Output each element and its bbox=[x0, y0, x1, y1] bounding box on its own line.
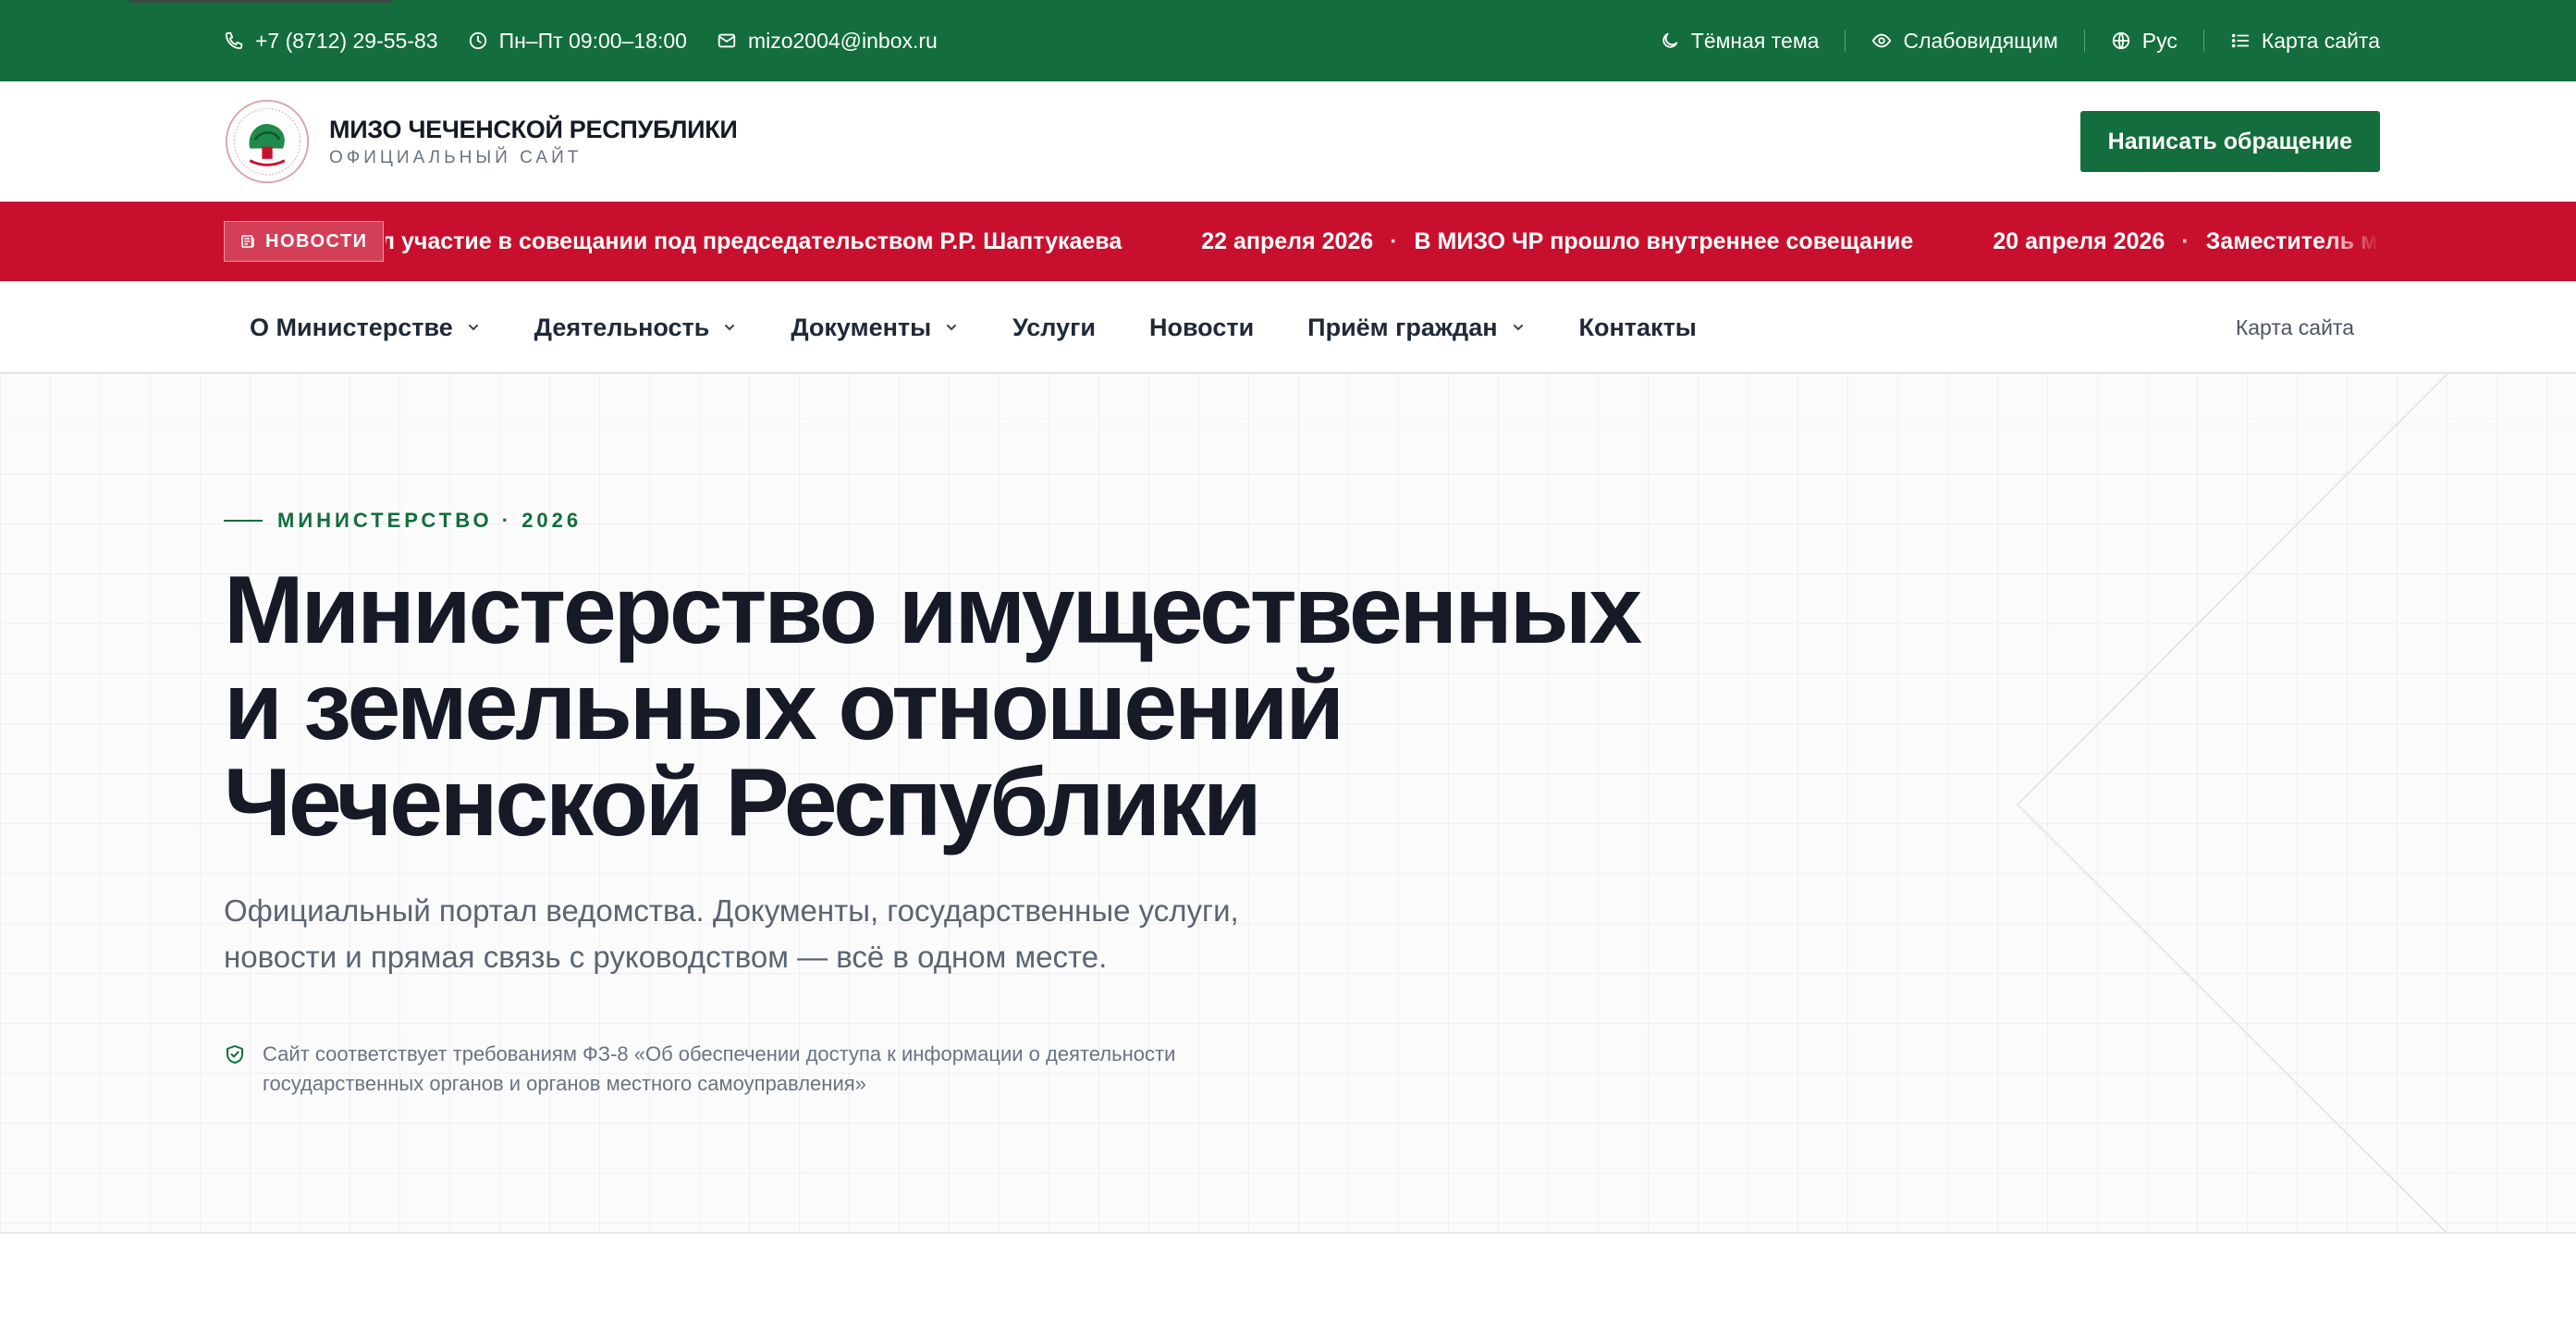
nav-item-news[interactable]: Новости bbox=[1149, 314, 1254, 342]
eye-icon bbox=[1872, 33, 1892, 48]
hero-eyebrow: МИНИСТЕРСТВО · 2026 bbox=[224, 509, 582, 533]
chevron-down-icon bbox=[468, 325, 478, 331]
list-icon bbox=[2231, 33, 2250, 48]
hours-text: Пн–Пт 09:00–18:00 bbox=[498, 28, 687, 53]
ticker-item[interactable]: 22 апреля 2026 · В МИЗО ЧР прошло внутре… bbox=[1201, 228, 1913, 255]
top-bar: +7 (8712) 29-55-83 Пн–Пт 09:00–18:00 miz… bbox=[0, 0, 2576, 81]
sitemap-link-top[interactable]: Карта сайта bbox=[2230, 29, 2380, 54]
hero-subtitle: Официальный портал ведомства. Документы,… bbox=[224, 888, 1370, 980]
clock-icon bbox=[469, 31, 486, 50]
nav-sitemap-link[interactable]: Карта сайта bbox=[2236, 315, 2354, 340]
chevron-down-icon bbox=[1513, 325, 1523, 331]
utility-group: Тёмная тема Слабовидящим Рус Карта сайта bbox=[1660, 29, 2380, 54]
brand-logo-link[interactable]: МИЗО ЧЕЧЕНСКОЙ РЕСПУБЛИКИ ОФИЦИАЛЬНЫЙ СА… bbox=[224, 98, 738, 185]
news-ticker: НОВОСТИ ял участие в совещании под предс… bbox=[0, 202, 2576, 281]
moon-icon bbox=[1662, 32, 1678, 48]
divider bbox=[2083, 30, 2085, 52]
working-hours: Пн–Пт 09:00–18:00 bbox=[468, 29, 687, 54]
compliance-text: Сайт соответствует требованиям ФЗ-8 «Об … bbox=[263, 1040, 1175, 1099]
nav-item-about[interactable]: О Министерстве bbox=[250, 314, 481, 342]
eyebrow-text: МИНИСТЕРСТВО · 2026 bbox=[277, 509, 583, 532]
globe-icon bbox=[2112, 31, 2129, 50]
nav-item-activity[interactable]: Деятельность bbox=[534, 314, 738, 342]
ticker-item-date: 20 апреля 2026 bbox=[1993, 228, 2165, 254]
divider bbox=[1845, 30, 1846, 52]
ticker-item[interactable]: 20 апреля 2026 · Заместитель министра bbox=[1993, 228, 2380, 255]
phone-text: +7 (8712) 29-55-83 bbox=[255, 28, 438, 53]
nav-item-contacts[interactable]: Контакты bbox=[1579, 314, 1697, 342]
brand-text: МИЗО ЧЕЧЕНСКОЙ РЕСПУБЛИКИ ОФИЦИАЛЬНЫЙ СА… bbox=[329, 116, 738, 168]
compliance-line: Сайт соответствует требованиям ФЗ-8 «Об … bbox=[263, 1042, 1176, 1065]
dark-theme-toggle[interactable]: Тёмная тема bbox=[1660, 28, 1820, 54]
sitemap-label-top: Карта сайта bbox=[2261, 28, 2380, 53]
nav-item-reception[interactable]: Приём граждан bbox=[1307, 314, 1525, 342]
brand-title: МИЗО ЧЕЧЕНСКОЙ РЕСПУБЛИКИ bbox=[329, 115, 738, 143]
phone-link[interactable]: +7 (8712) 29-55-83 bbox=[224, 29, 438, 54]
subtitle-line: Официальный портал ведомства. Документы,… bbox=[224, 893, 1239, 928]
mail-icon bbox=[718, 33, 736, 48]
eyebrow-line bbox=[224, 520, 263, 522]
nav-item-label: Приём граждан bbox=[1307, 313, 1498, 341]
nav-item-label: Документы bbox=[791, 313, 932, 341]
subtitle-line: новости и прямая связь с руководством — … bbox=[224, 940, 1108, 974]
nav-menu: О Министерстве Деятельность Документы Ус… bbox=[250, 314, 1750, 342]
divider bbox=[2202, 30, 2204, 52]
page-title: Министерство имущественных и земельных о… bbox=[224, 562, 1796, 851]
phone-icon bbox=[225, 31, 243, 50]
ticker-separator: · bbox=[1390, 228, 1398, 254]
nav-item-services[interactable]: Услуги bbox=[1012, 314, 1096, 342]
chevron-down-icon bbox=[725, 325, 735, 331]
main-nav: О Министерстве Деятельность Документы Ус… bbox=[0, 281, 2576, 374]
ticker-track: ял участие в совещании под председательс… bbox=[386, 202, 2380, 281]
low-vision-toggle[interactable]: Слабовидящим bbox=[1871, 28, 2058, 54]
ticker-item-date: 22 апреля 2026 bbox=[1201, 228, 1374, 254]
contact-group: +7 (8712) 29-55-83 Пн–Пт 09:00–18:00 miz… bbox=[224, 29, 967, 54]
email-link[interactable]: mizo2004@inbox.ru bbox=[717, 29, 938, 54]
language-switch[interactable]: Рус bbox=[2111, 29, 2177, 54]
shield-check-icon bbox=[227, 1045, 243, 1064]
ticker-fade bbox=[2325, 202, 2380, 281]
site-header: МИЗО ЧЕЧЕНСКОЙ РЕСПУБЛИКИ ОФИЦИАЛЬНЫЙ СА… bbox=[0, 81, 2576, 202]
dark-theme-label: Тёмная тема bbox=[1690, 28, 1820, 53]
nav-item-label: Деятельность bbox=[534, 313, 710, 341]
ticker-item-text: ял участие в совещании под председательс… bbox=[385, 228, 1122, 254]
nav-item-label: Контакты bbox=[1578, 313, 1697, 341]
brand-subtitle: ОФИЦИАЛЬНЫЙ САЙТ bbox=[329, 147, 583, 167]
newspaper-icon bbox=[241, 235, 254, 248]
nav-item-label: Новости bbox=[1148, 313, 1255, 341]
nav-item-label: О Министерстве bbox=[250, 313, 453, 341]
title-line: Чеченской Республики bbox=[224, 749, 1262, 856]
compliance-line: государственных органов и органов местно… bbox=[263, 1072, 866, 1095]
ticker-item-text: В МИЗО ЧР прошло внутреннее совещание bbox=[1414, 228, 1914, 254]
chevron-down-icon bbox=[947, 325, 957, 331]
compliance-note: Сайт соответствует требованиям ФЗ-8 «Об … bbox=[224, 1040, 1333, 1099]
nav-item-label: Услуги bbox=[1012, 313, 1096, 341]
language-label: Рус bbox=[2141, 28, 2177, 53]
low-vision-label: Слабовидящим bbox=[1903, 28, 2058, 53]
write-appeal-button[interactable]: Написать обращение bbox=[2079, 111, 2380, 172]
hero-section: МИНИСТЕРСТВО · 2026 Министерство имущест… bbox=[0, 374, 2576, 1234]
emblem-logo-icon bbox=[225, 99, 310, 184]
ticker-separator: · bbox=[2181, 228, 2190, 254]
ticker-item[interactable]: ял участие в совещании под председательс… bbox=[386, 228, 1122, 255]
title-line: и земельных отношений bbox=[224, 653, 1344, 760]
news-badge-label: НОВОСТИ bbox=[265, 230, 368, 252]
title-line: Министерство имущественных bbox=[224, 557, 1642, 664]
nav-item-documents[interactable]: Документы bbox=[791, 314, 959, 342]
ticker-inner: ял участие в совещании под председательс… bbox=[386, 202, 2380, 281]
hero-decoration bbox=[2016, 374, 2448, 1232]
email-text: mizo2004@inbox.ru bbox=[747, 28, 938, 53]
news-badge: НОВОСТИ bbox=[224, 221, 384, 262]
